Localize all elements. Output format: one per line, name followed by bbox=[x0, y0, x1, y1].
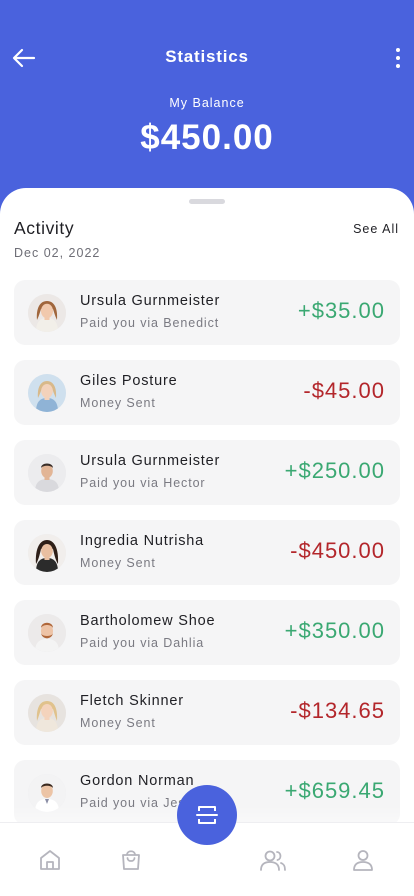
contact-name: Ursula Gurnmeister bbox=[80, 293, 221, 309]
transaction-amount: +$35.00 bbox=[297, 298, 385, 323]
home-icon bbox=[40, 850, 60, 870]
contact-name: Bartholomew Shoe bbox=[80, 613, 216, 629]
transaction-description: Money Sent bbox=[80, 716, 156, 730]
activity-list: Ursula Gurnmeister Paid you via Benedict… bbox=[14, 280, 400, 840]
activity-row[interactable]: Bartholomew Shoe Paid you via Dahlia +$3… bbox=[14, 600, 400, 665]
transaction-amount: +$659.45 bbox=[284, 778, 385, 803]
transaction-description: Money Sent bbox=[80, 556, 156, 570]
nav-home[interactable] bbox=[37, 847, 63, 873]
shopping-bag-icon bbox=[122, 850, 140, 870]
transaction-amount: -$45.00 bbox=[303, 378, 385, 403]
transaction-amount: +$250.00 bbox=[284, 458, 385, 483]
scan-icon bbox=[196, 806, 218, 824]
balance-label: My Balance bbox=[169, 96, 245, 110]
users-icon bbox=[260, 850, 286, 871]
more-options-button[interactable] bbox=[390, 44, 406, 72]
transaction-description: Paid you via Benedict bbox=[80, 316, 220, 330]
contact-name: Ursula Gurnmeister bbox=[80, 453, 221, 469]
activity-row[interactable]: Ingredia Nutrisha Money Sent -$450.00 bbox=[14, 520, 400, 585]
page-title: Statistics bbox=[165, 47, 249, 66]
avatar bbox=[28, 774, 66, 812]
activity-row[interactable]: Fletch Skinner Money Sent -$134.65 bbox=[14, 680, 400, 745]
sheet-handle[interactable] bbox=[189, 199, 225, 204]
avatar bbox=[28, 614, 66, 652]
nav-users[interactable] bbox=[259, 847, 286, 873]
see-all-link[interactable]: See All bbox=[353, 222, 399, 236]
activity-date: Dec 02, 2022 bbox=[14, 246, 101, 260]
avatar bbox=[28, 454, 66, 492]
contact-name: Giles Posture bbox=[80, 373, 178, 389]
avatar bbox=[28, 294, 66, 332]
transaction-description: Paid you via Hector bbox=[80, 476, 206, 490]
activity-row[interactable]: Ursula Gurnmeister Paid you via Hector +… bbox=[14, 440, 400, 505]
activity-row[interactable]: Giles Posture Money Sent -$45.00 bbox=[14, 360, 400, 425]
header: Statistics My Balance $450.00 bbox=[0, 0, 414, 210]
avatar bbox=[28, 534, 66, 572]
avatar bbox=[28, 374, 66, 412]
transaction-description: Paid you via Dahlia bbox=[80, 636, 205, 650]
avatar bbox=[28, 694, 66, 732]
activity-row[interactable]: Ursula Gurnmeister Paid you via Benedict… bbox=[14, 280, 400, 345]
nav-shop[interactable] bbox=[118, 847, 144, 873]
activity-title: Activity bbox=[14, 218, 75, 238]
nav-profile[interactable] bbox=[350, 847, 376, 873]
scan-button[interactable] bbox=[177, 785, 237, 845]
contact-name: Fletch Skinner bbox=[80, 693, 184, 709]
balance-value: $450.00 bbox=[140, 118, 274, 157]
transaction-amount: +$350.00 bbox=[284, 618, 385, 643]
transaction-amount: -$134.65 bbox=[290, 698, 385, 723]
transaction-amount: -$450.00 bbox=[290, 538, 385, 563]
more-vertical-icon bbox=[396, 48, 400, 52]
user-icon bbox=[353, 850, 373, 871]
contact-name: Ingredia Nutrisha bbox=[80, 533, 205, 549]
contact-name: Gordon Norman bbox=[80, 773, 195, 789]
transaction-description: Money Sent bbox=[80, 396, 156, 410]
